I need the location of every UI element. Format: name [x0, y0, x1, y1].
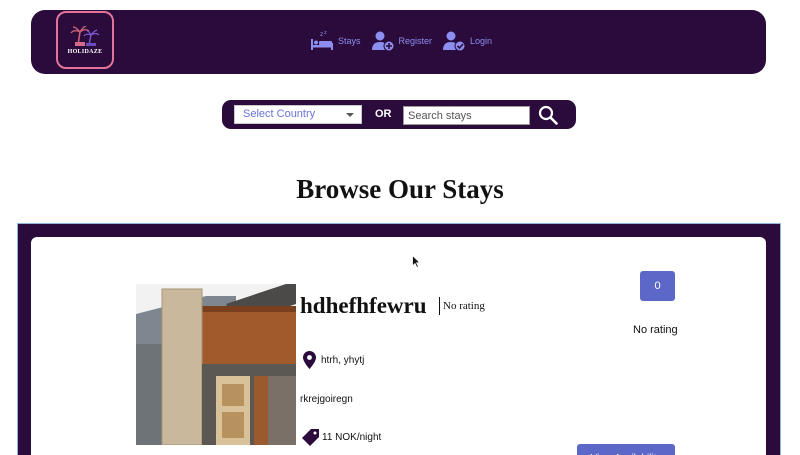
location-text: htrh, yhytj	[321, 354, 365, 366]
nav-item-login[interactable]: Login	[442, 30, 492, 52]
user-check-icon	[443, 31, 466, 52]
nav-label-register: Register	[398, 36, 433, 46]
site-header: HOLIDAZE z z Stays Register Login	[31, 10, 766, 74]
price-row: 11 NOK/night	[302, 429, 381, 446]
svg-text:z: z	[320, 31, 323, 38]
chevron-down-icon	[346, 113, 354, 117]
stay-name: hdhefhfewru	[300, 293, 427, 318]
user-plus-icon	[371, 31, 395, 52]
svg-text:z: z	[324, 30, 327, 36]
country-select[interactable]: Select Country	[234, 105, 362, 124]
palm-tree-icon	[70, 25, 100, 46]
stay-description: rkrejgoiregn	[300, 394, 353, 405]
map-pin-icon	[303, 351, 316, 369]
rating-badge: 0	[640, 271, 675, 301]
brand-name: HOLIDAZE	[67, 48, 103, 55]
location-row: htrh, yhytj	[303, 351, 364, 369]
main-nav: z z Stays Register Login	[310, 30, 502, 52]
nav-label-login: Login	[470, 36, 493, 46]
search-input[interactable]	[403, 106, 530, 125]
or-label: OR	[375, 108, 392, 120]
country-select-value: Select Country	[243, 108, 316, 120]
nav-item-stays[interactable]: z z Stays	[310, 30, 361, 52]
inline-rating-text: No rating	[443, 300, 485, 312]
nav-item-register[interactable]: Register	[371, 30, 433, 52]
mouse-cursor-icon	[412, 255, 421, 268]
rating-text: No rating	[633, 324, 678, 336]
search-bar: Select Country OR	[222, 100, 576, 129]
stay-photo[interactable]	[136, 284, 296, 445]
search-icon[interactable]	[538, 105, 558, 125]
view-availability-button[interactable]: View Availability	[577, 444, 675, 455]
brand-logo[interactable]: HOLIDAZE	[56, 11, 114, 69]
nav-label-stays: Stays	[338, 36, 361, 46]
price-tag-icon	[302, 429, 319, 446]
bed-icon: z z	[311, 30, 333, 50]
price-text: 11 NOK/night	[322, 432, 382, 443]
page-title: Browse Our Stays	[296, 174, 504, 204]
title-divider	[439, 297, 440, 315]
